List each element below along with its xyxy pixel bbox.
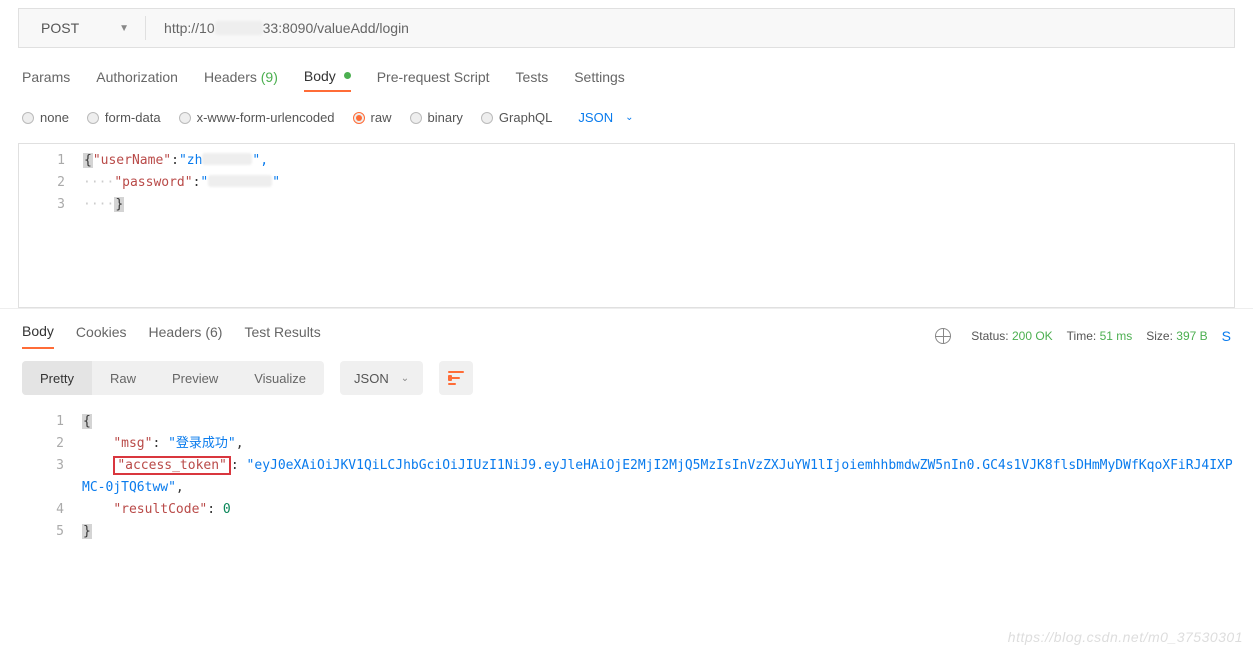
response-code[interactable]: { "msg": "登录成功", "access_token": "eyJ0eX… xyxy=(74,407,1235,543)
radio-label: form-data xyxy=(105,110,161,125)
view-preview[interactable]: Preview xyxy=(154,361,236,395)
globe-icon[interactable] xyxy=(935,328,951,344)
json-key: "password" xyxy=(114,175,192,190)
size-label: Size: xyxy=(1146,329,1173,343)
radio-graphql[interactable]: GraphQL xyxy=(481,110,552,125)
resp-tab-cookies[interactable]: Cookies xyxy=(76,324,127,348)
headers-label: Headers xyxy=(149,324,202,340)
radio-icon xyxy=(87,112,99,124)
response-view-row: Pretty Raw Preview Visualize JSON ⌄ xyxy=(0,349,1253,401)
resp-tab-body[interactable]: Body xyxy=(22,323,54,349)
chevron-down-icon: ▼ xyxy=(119,23,129,34)
save-response-button[interactable]: S xyxy=(1222,328,1231,344)
radio-form-data[interactable]: form-data xyxy=(87,110,161,125)
body-label: Body xyxy=(304,68,336,84)
radio-label: binary xyxy=(428,110,463,125)
tab-headers[interactable]: Headers (9) xyxy=(204,69,278,91)
json-str: "登录成功" xyxy=(168,436,236,451)
url-input[interactable]: http://10 33:8090/valueAdd/login xyxy=(146,20,1234,36)
raw-format-select[interactable]: JSON ⌄ xyxy=(578,110,633,125)
json-key-highlighted: "access_token" xyxy=(117,458,227,473)
radio-icon xyxy=(410,112,422,124)
response-meta: Status: 200 OK Time: 51 ms Size: 397 B S xyxy=(935,328,1231,344)
method-label: POST xyxy=(41,20,79,36)
resp-tab-testresults[interactable]: Test Results xyxy=(244,324,320,348)
json-str: ", xyxy=(252,153,268,168)
response-tabs: Body Cookies Headers (6) Test Results St… xyxy=(0,309,1253,349)
json-key: "resultCode" xyxy=(113,502,207,517)
radio-icon xyxy=(22,112,34,124)
url-suffix: 33:8090/valueAdd/login xyxy=(263,20,409,36)
headers-count: (6) xyxy=(205,324,222,340)
radio-none[interactable]: none xyxy=(22,110,69,125)
wrap-icon xyxy=(448,371,464,385)
tab-tests[interactable]: Tests xyxy=(516,69,549,91)
tab-settings[interactable]: Settings xyxy=(574,69,625,91)
url-prefix: http://10 xyxy=(164,20,215,36)
radio-label: none xyxy=(40,110,69,125)
request-url-bar: POST ▼ http://10 33:8090/valueAdd/login xyxy=(18,8,1235,48)
radio-binary[interactable]: binary xyxy=(410,110,463,125)
radio-raw[interactable]: raw xyxy=(353,110,392,125)
size-value: 397 B xyxy=(1176,329,1207,343)
json-num: 0 xyxy=(223,502,231,517)
view-mode-segment: Pretty Raw Preview Visualize xyxy=(22,361,324,395)
radio-icon xyxy=(353,112,365,124)
watermark: https://blog.csdn.net/m0_37530301 xyxy=(1008,629,1243,645)
json-str: "eyJ0eXAiOiJKV1QiLCJhbGciOiJIUzI1NiJ9.ey… xyxy=(82,458,1233,495)
json-key: "userName" xyxy=(93,153,171,168)
headers-count: (9) xyxy=(261,69,278,85)
tab-prerequest[interactable]: Pre-request Script xyxy=(377,69,490,91)
view-visualize[interactable]: Visualize xyxy=(236,361,324,395)
radio-label: GraphQL xyxy=(499,110,552,125)
radio-label: raw xyxy=(371,110,392,125)
code-area[interactable]: {"userName":"zh", ····"password":"" ····… xyxy=(75,144,1234,307)
raw-format-label: JSON xyxy=(578,110,613,125)
format-label: JSON xyxy=(354,371,389,386)
json-key: "msg" xyxy=(113,436,152,451)
tab-params[interactable]: Params xyxy=(22,69,70,91)
chevron-down-icon: ⌄ xyxy=(401,373,409,384)
redacted xyxy=(215,21,263,35)
resp-tab-headers[interactable]: Headers (6) xyxy=(149,324,223,348)
line-gutter: 123 xyxy=(19,144,75,307)
json-str: " xyxy=(200,175,208,190)
status-value: 200 OK xyxy=(1012,329,1053,343)
radio-icon xyxy=(179,112,191,124)
response-format-select[interactable]: JSON ⌄ xyxy=(340,361,423,395)
tab-body[interactable]: Body xyxy=(304,68,351,92)
response-body-viewer: 123 45 { "msg": "登录成功", "access_token": … xyxy=(18,407,1235,543)
view-raw[interactable]: Raw xyxy=(92,361,154,395)
line-gutter: 123 45 xyxy=(18,407,74,543)
wrap-lines-button[interactable] xyxy=(439,361,473,395)
tab-authorization[interactable]: Authorization xyxy=(96,69,178,91)
radio-xwww[interactable]: x-www-form-urlencoded xyxy=(179,110,335,125)
http-method-select[interactable]: POST ▼ xyxy=(19,9,145,47)
redacted xyxy=(208,175,272,187)
dot-icon xyxy=(344,72,351,79)
json-str: " xyxy=(272,175,280,190)
chevron-down-icon: ⌄ xyxy=(625,112,633,123)
body-type-row: none form-data x-www-form-urlencoded raw… xyxy=(0,100,1253,139)
request-tabs: Params Authorization Headers (9) Body Pr… xyxy=(0,48,1253,100)
status-label: Status: xyxy=(971,329,1008,343)
view-pretty[interactable]: Pretty xyxy=(22,361,92,395)
headers-label: Headers xyxy=(204,69,257,85)
json-str: "zh xyxy=(179,153,202,168)
time-value: 51 ms xyxy=(1100,329,1133,343)
radio-label: x-www-form-urlencoded xyxy=(197,110,335,125)
radio-icon xyxy=(481,112,493,124)
redacted xyxy=(202,153,252,165)
request-body-editor[interactable]: 123 {"userName":"zh", ····"password":"" … xyxy=(18,143,1235,308)
time-label: Time: xyxy=(1067,329,1097,343)
